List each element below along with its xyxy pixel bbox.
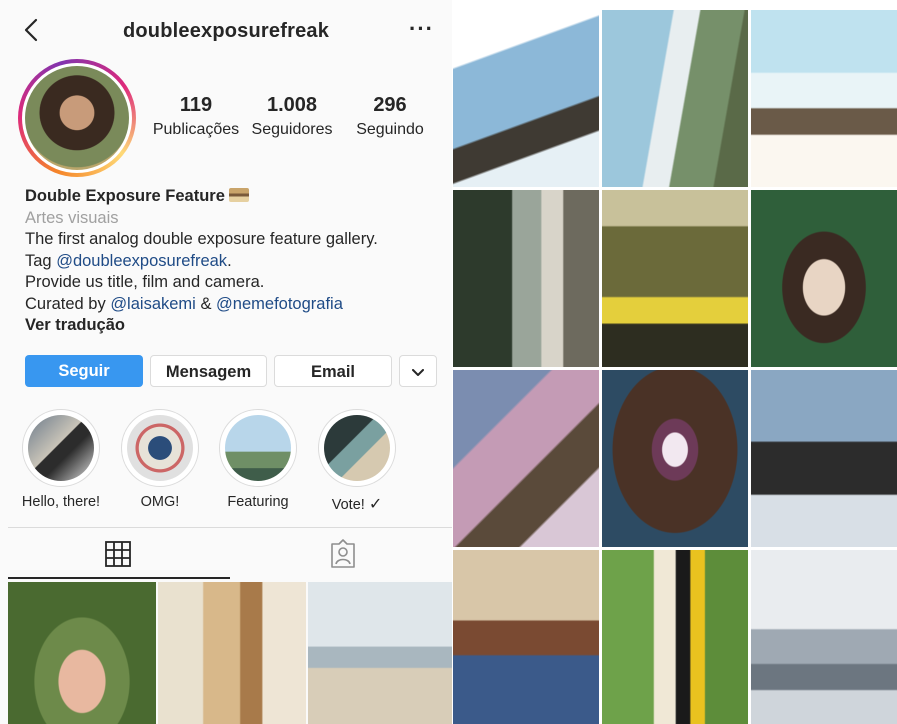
- stat-posts-label: Publicações: [152, 121, 240, 138]
- curator-link-1[interactable]: @laisakemi: [110, 295, 196, 313]
- collage-photo[interactable]: [602, 10, 748, 187]
- more-options-button[interactable]: ···: [409, 16, 434, 42]
- collage-photo[interactable]: [602, 370, 748, 547]
- collage-photo[interactable]: [751, 370, 897, 547]
- avatar-photo: [25, 66, 129, 170]
- stat-posts-value: 119: [179, 94, 213, 116]
- active-tab-indicator: [8, 577, 230, 579]
- curator-link-2[interactable]: @nemefotografia: [216, 295, 343, 313]
- tabs-divider: [8, 527, 452, 528]
- stat-followers[interactable]: 1.008 Seguidores: [242, 94, 342, 139]
- profile-category: Artes visuais: [25, 208, 119, 227]
- profile-name: Double Exposure Feature: [25, 187, 225, 205]
- email-button[interactable]: Email: [274, 355, 392, 387]
- collage-photo[interactable]: [453, 370, 599, 547]
- stat-posts[interactable]: 119 Publicações: [150, 94, 242, 139]
- stat-followers-label: Seguidores: [251, 121, 333, 138]
- highlight-hello-there[interactable]: Hello, there!: [21, 409, 101, 510]
- translate-link[interactable]: Ver tradução: [25, 315, 445, 337]
- film-box-icon: [228, 188, 249, 202]
- tab-tagged[interactable]: [329, 539, 357, 569]
- bio-line-4: Curated by @laisakemi & @nemefotografia: [25, 294, 343, 313]
- collage-photo[interactable]: [453, 10, 599, 187]
- highlight-cover: [28, 415, 94, 481]
- message-button[interactable]: Mensagem: [150, 355, 267, 387]
- post-thumbnail[interactable]: [308, 582, 452, 724]
- profile-stats: 119 Publicações 1.008 Seguidores 296 Seg…: [150, 94, 440, 139]
- stat-following[interactable]: 296 Seguindo: [342, 94, 438, 139]
- top-bar: doubleexposurefreak ···: [0, 0, 452, 60]
- grid-icon: [105, 541, 131, 567]
- bio-line-2: Tag @doubleexposurefreak.: [25, 251, 232, 270]
- chevron-down-icon: [412, 368, 424, 376]
- post-thumbnail[interactable]: [8, 582, 156, 724]
- collage-photo[interactable]: [751, 550, 897, 724]
- highlight-omg[interactable]: OMG!: [120, 409, 200, 510]
- tag-link[interactable]: @doubleexposurefreak: [56, 252, 227, 270]
- highlight-vote[interactable]: Vote! ✓: [317, 409, 397, 513]
- profile-bio: Double Exposure Feature Artes visuais Th…: [25, 186, 445, 337]
- highlight-label: Featuring: [227, 494, 289, 510]
- highlight-cover: [324, 415, 390, 481]
- stat-followers-value: 1.008: [266, 94, 318, 116]
- tagged-person-icon: [331, 539, 355, 568]
- collage-photo[interactable]: [602, 550, 748, 724]
- bio-line-3: Provide us title, film and camera.: [25, 273, 265, 291]
- bio-line-1: The first analog double exposure feature…: [25, 230, 378, 248]
- collage-photo[interactable]: [751, 190, 897, 367]
- highlight-cover: [127, 415, 193, 481]
- check-icon: ✓: [368, 494, 383, 513]
- collage-photo[interactable]: [751, 10, 897, 187]
- highlight-label: OMG!: [140, 494, 180, 510]
- avatar[interactable]: [18, 59, 136, 177]
- profile-username: doubleexposurefreak: [122, 20, 330, 42]
- collage-photo[interactable]: [453, 550, 599, 724]
- follow-button[interactable]: Seguir: [25, 355, 143, 387]
- highlight-cover: [225, 415, 291, 481]
- highlight-featuring[interactable]: Featuring: [218, 409, 298, 510]
- highlight-label: Hello, there!: [21, 494, 101, 510]
- tab-grid[interactable]: [104, 540, 132, 568]
- highlight-label: Vote! ✓: [331, 494, 383, 513]
- stat-following-value: 296: [373, 94, 407, 116]
- stat-following-label: Seguindo: [356, 121, 424, 138]
- suggestions-dropdown-button[interactable]: [399, 355, 437, 387]
- post-thumbnail[interactable]: [158, 582, 306, 724]
- collage-photo[interactable]: [453, 190, 599, 367]
- profile-panel: doubleexposurefreak ··· 119 Publicações …: [0, 0, 452, 724]
- collage-photo[interactable]: [602, 190, 748, 367]
